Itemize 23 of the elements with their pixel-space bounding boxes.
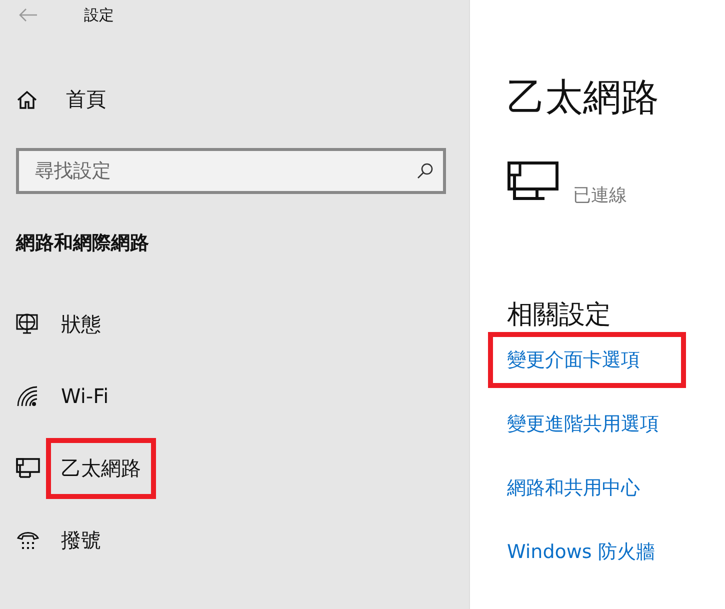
back-icon[interactable]: [18, 8, 38, 22]
home-icon: [16, 90, 38, 110]
section-heading: 網路和網際網路: [16, 231, 150, 256]
nav-item[interactable]: 狀態: [46, 294, 116, 354]
globe-monitor-icon: [16, 313, 40, 335]
search-icon: [416, 162, 434, 180]
settings-link[interactable]: 變更進階共用選項: [488, 396, 678, 452]
page-title: 乙太網路: [507, 74, 660, 121]
nav-item[interactable]: 撥號: [46, 510, 116, 570]
nav-item[interactable]: 乙太網路: [46, 438, 156, 498]
nav-item[interactable]: Wi-Fi: [46, 367, 124, 425]
home-link[interactable]: 首頁: [16, 86, 136, 113]
settings-link[interactable]: 網路和共用中心: [488, 460, 659, 516]
connection-status: 已連線: [573, 184, 627, 207]
phone-icon: [16, 529, 40, 551]
monitor-icon: [16, 457, 40, 479]
monitor-icon: [507, 161, 559, 201]
section-heading: 相關設定: [507, 299, 612, 332]
wifi-icon: [16, 385, 40, 407]
search-field[interactable]: 尋找設定: [16, 148, 446, 194]
settings-link[interactable]: 變更介面卡選項: [488, 332, 686, 388]
settings-link[interactable]: Windows 防火牆: [488, 524, 674, 580]
window-title: 設定: [84, 6, 114, 24]
